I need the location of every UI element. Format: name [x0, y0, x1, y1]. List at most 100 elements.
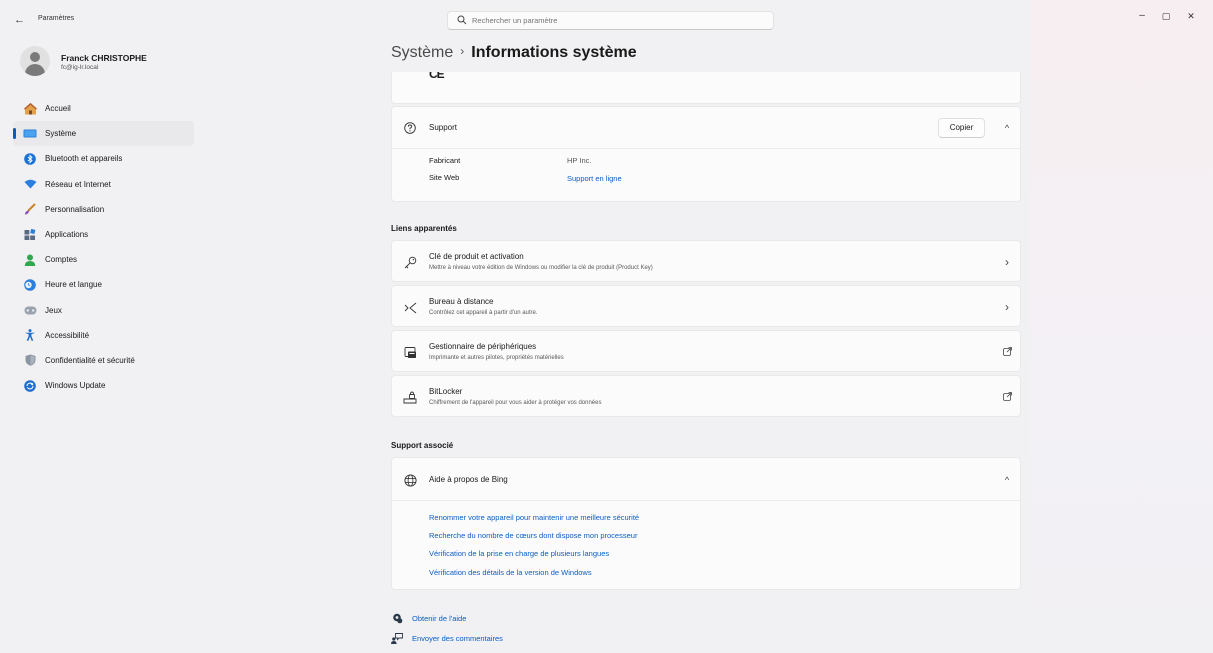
manufacturer-value: HP Inc.	[567, 156, 592, 165]
sidebar-item-label: Windows Update	[45, 381, 106, 391]
accessibility-icon	[23, 328, 37, 342]
back-button[interactable]: ←	[14, 13, 30, 27]
sidebar-item-label: Réseau et Internet	[45, 179, 111, 189]
help-link[interactable]: Vérification de la prise en charge de pl…	[429, 549, 609, 558]
website-label: Site Web	[429, 173, 460, 182]
sidebar-item-systeme[interactable]: Système	[13, 121, 194, 147]
sidebar-item-accueil[interactable]: Accueil	[13, 96, 194, 121]
sidebar-item-applications[interactable]: Applications	[13, 222, 194, 247]
support-title: Support	[429, 123, 458, 132]
system-icon	[23, 127, 37, 141]
title-bar: ← Paramètres – ▢ ✕	[0, 0, 1213, 40]
avatar[interactable]	[20, 46, 50, 76]
profile-name: Franck CHRISTOPHE	[61, 53, 147, 63]
bing-help-title: Aide à propos de Bing	[429, 475, 508, 484]
bing-help-header[interactable]: Aide à propos de Bing ^	[392, 458, 1020, 501]
sidebar-item-windows-update[interactable]: Windows Update	[13, 373, 194, 398]
row-title: Bureau à distance	[429, 297, 494, 306]
sidebar-item-label: Accessibilité	[45, 330, 90, 340]
get-help-link[interactable]: Obtenir de l'aide	[391, 612, 466, 624]
sidebar-item-comptes[interactable]: Comptes	[13, 247, 194, 272]
update-icon	[23, 379, 37, 393]
manufacturer-label: Fabricant	[429, 156, 461, 165]
profile-email: fc@ig-lr.local	[61, 64, 99, 71]
settings-window: ← Paramètres – ▢ ✕ Franck CHRISTOPHE fc@…	[0, 0, 1213, 653]
breadcrumb-separator-icon: ›	[460, 44, 465, 58]
send-feedback-link[interactable]: Envoyer des commentaires	[391, 632, 503, 644]
search-icon	[457, 15, 467, 25]
sidebar-item-personnalisation[interactable]: Personnalisation	[13, 197, 194, 222]
help-link[interactable]: Renommer votre appareil pour maintenir u…	[429, 513, 639, 522]
account-icon	[23, 253, 37, 267]
background-tint	[1030, 0, 1213, 653]
shield-icon	[23, 353, 37, 367]
sidebar-item-reseau[interactable]: Réseau et Internet	[13, 172, 194, 197]
sidebar-item-label: Applications	[45, 230, 89, 240]
row-title: Gestionnaire de périphériques	[429, 342, 537, 351]
search-box[interactable]	[447, 11, 774, 30]
external-link-icon	[1002, 347, 1012, 357]
gamepad-icon	[23, 303, 37, 317]
support-card: Support Copier ^ Fabricant HP Inc. Site …	[391, 106, 1021, 202]
ce-mark: CE	[429, 72, 445, 81]
apps-icon	[23, 228, 37, 242]
key-icon	[403, 255, 417, 269]
sidebar-item-label: Bluetooth et appareils	[45, 154, 123, 164]
sidebar-item-label: Jeux	[45, 305, 62, 315]
help-link[interactable]: Vérification des détails de la version d…	[429, 568, 592, 577]
sidebar-item-bluetooth[interactable]: Bluetooth et appareils	[13, 146, 194, 171]
support-online-link[interactable]: Support en ligne	[567, 174, 622, 183]
minimize-button[interactable]: –	[1132, 9, 1152, 23]
sidebar-item-confidentialite[interactable]: Confidentialité et sécurité	[13, 348, 194, 373]
chevron-up-icon[interactable]: ^	[1002, 123, 1012, 133]
sidebar-item-label: Personnalisation	[45, 204, 105, 214]
bing-help-card: Aide à propos de Bing ^ Renommer votre a…	[391, 457, 1021, 590]
chevron-up-icon[interactable]: ^	[1002, 475, 1012, 485]
sidebar-item-label: Accueil	[45, 104, 71, 114]
row-subtitle: Contrôlez cet appareil à partir d'un aut…	[429, 310, 538, 316]
app-title: Paramètres	[38, 15, 75, 22]
related-links-heading: Liens apparentés	[391, 224, 457, 233]
sidebar-item-heure-langue[interactable]: Heure et langue	[13, 272, 194, 297]
send-feedback-label: Envoyer des commentaires	[412, 633, 503, 643]
get-help-label: Obtenir de l'aide	[412, 613, 467, 623]
search-input[interactable]	[472, 14, 762, 27]
brush-icon	[23, 202, 37, 216]
sidebar-item-accessibilite[interactable]: Accessibilité	[13, 323, 194, 348]
sidebar-item-label: Comptes	[45, 255, 78, 265]
bitlocker-row[interactable]: BitLocker Chiffrement de l'appareil pour…	[391, 375, 1021, 417]
sidebar-item-label: Système	[45, 129, 77, 139]
page-title: Informations système	[471, 44, 637, 61]
associated-support-heading: Support associé	[391, 441, 454, 450]
support-header[interactable]: Support Copier ^	[392, 107, 1020, 149]
maximize-button[interactable]: ▢	[1156, 9, 1176, 23]
row-subtitle: Mettre à niveau votre édition de Windows…	[429, 265, 653, 271]
sidebar-nav: Accueil Système Bluetooth et appareils R…	[13, 96, 194, 398]
row-title: BitLocker	[429, 387, 463, 396]
clock-globe-icon	[23, 278, 37, 292]
wifi-icon	[23, 177, 37, 191]
sidebar-item-label: Heure et langue	[45, 280, 102, 290]
copy-button[interactable]: Copier	[938, 118, 985, 138]
product-key-row[interactable]: Clé de produit et activation Mettre à ni…	[391, 240, 1021, 282]
certification-card: CE	[391, 72, 1021, 104]
sidebar-item-jeux[interactable]: Jeux	[13, 298, 194, 323]
row-subtitle: Chiffrement de l'appareil pour vous aide…	[429, 400, 602, 406]
sidebar-item-label: Confidentialité et sécurité	[45, 355, 135, 365]
home-icon	[23, 102, 37, 116]
external-link-icon	[1002, 392, 1012, 402]
help-link[interactable]: Recherche du nombre de cœurs dont dispos…	[429, 531, 637, 540]
device-manager-row[interactable]: Gestionnaire de périphériques Imprimante…	[391, 330, 1021, 372]
chevron-right-icon: ›	[1005, 300, 1009, 314]
row-title: Clé de produit et activation	[429, 252, 524, 261]
bluetooth-icon	[23, 152, 37, 166]
feedback-icon	[391, 632, 403, 644]
breadcrumb-parent[interactable]: Système	[391, 44, 453, 61]
remote-desktop-row[interactable]: Bureau à distance Contrôlez cet appareil…	[391, 285, 1021, 327]
close-button[interactable]: ✕	[1181, 9, 1201, 23]
help-circle-icon	[403, 121, 417, 135]
globe-icon	[403, 473, 417, 487]
chevron-right-icon: ›	[1005, 255, 1009, 269]
remote-desktop-icon	[403, 300, 417, 314]
device-manager-icon	[403, 345, 417, 359]
